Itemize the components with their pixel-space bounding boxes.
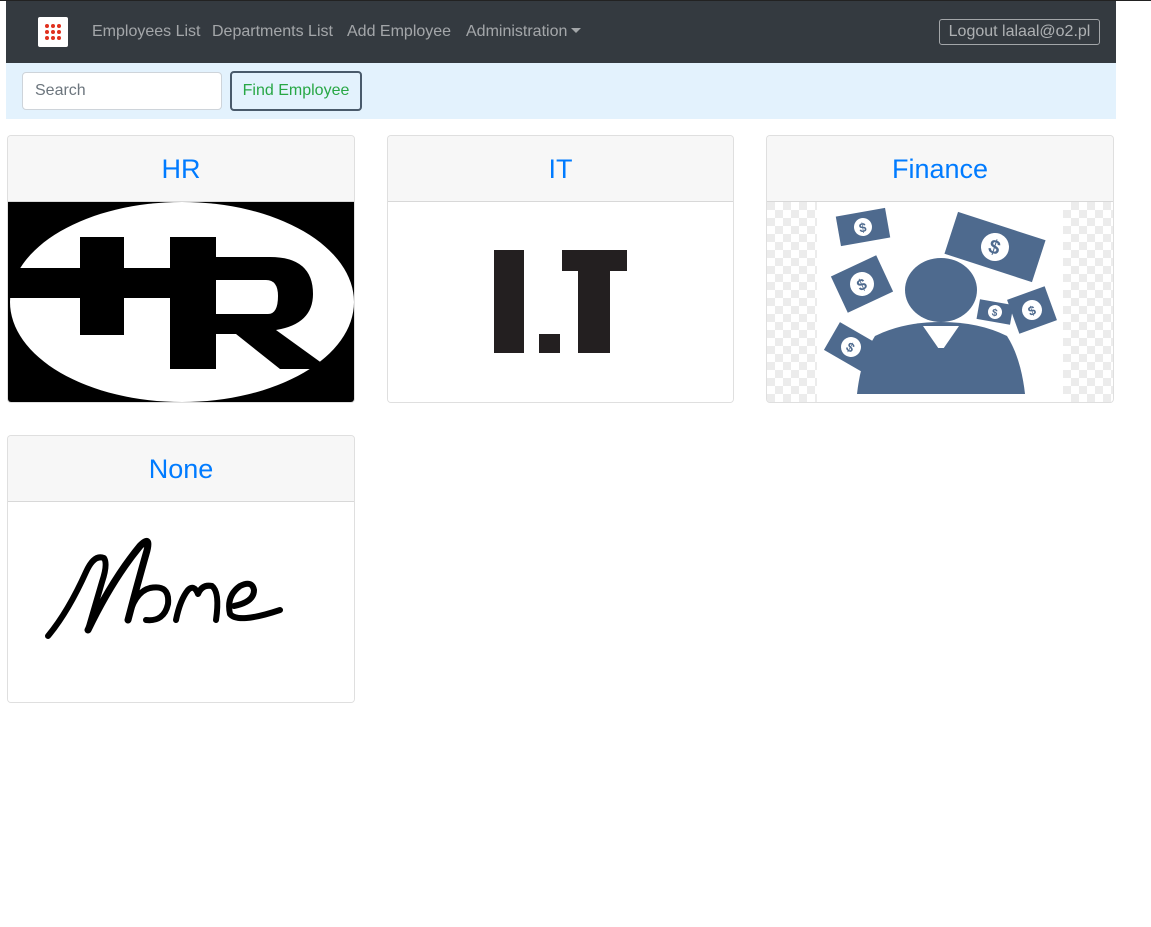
it-logo-image[interactable] [388, 202, 733, 402]
card-header: Finance [767, 136, 1113, 202]
card-header: HR [8, 136, 354, 202]
caret-down-icon [571, 28, 582, 33]
nav-dropdown-administration[interactable]: Administration [466, 21, 582, 43]
department-title[interactable]: IT [549, 153, 573, 185]
nav-link-add-employee[interactable]: Add Employee [347, 21, 451, 43]
card-header: IT [388, 136, 733, 202]
department-title[interactable]: None [149, 453, 214, 485]
search-bar: Find Employee [6, 63, 1116, 119]
department-card-it[interactable]: IT [387, 135, 734, 403]
nav-dropdown-administration-label: Administration [466, 23, 568, 40]
department-title[interactable]: HR [162, 153, 201, 185]
nav-link-employees-list[interactable]: Employees List [92, 21, 201, 43]
department-title[interactable]: Finance [892, 153, 988, 185]
finance-person-money-image[interactable]: $ $ $ $ $ $ [767, 202, 1113, 402]
department-card-none[interactable]: None [7, 435, 355, 703]
nav-link-departments-list[interactable]: Departments List [212, 21, 333, 43]
none-script-image[interactable] [8, 502, 354, 702]
department-card-hr[interactable]: HR [7, 135, 355, 403]
hr-logo-image[interactable] [8, 202, 354, 402]
card-header: None [8, 436, 354, 502]
find-employee-button[interactable]: Find Employee [230, 71, 362, 111]
navbar: Employees List Departments List Add Empl… [6, 1, 1116, 63]
logout-button[interactable]: Logout lalaal@o2.pl [939, 19, 1100, 45]
grid-dots-icon[interactable] [38, 17, 68, 47]
department-card-finance[interactable]: Finance $ $ $ $ $ $ [766, 135, 1114, 403]
search-input[interactable] [22, 72, 222, 110]
